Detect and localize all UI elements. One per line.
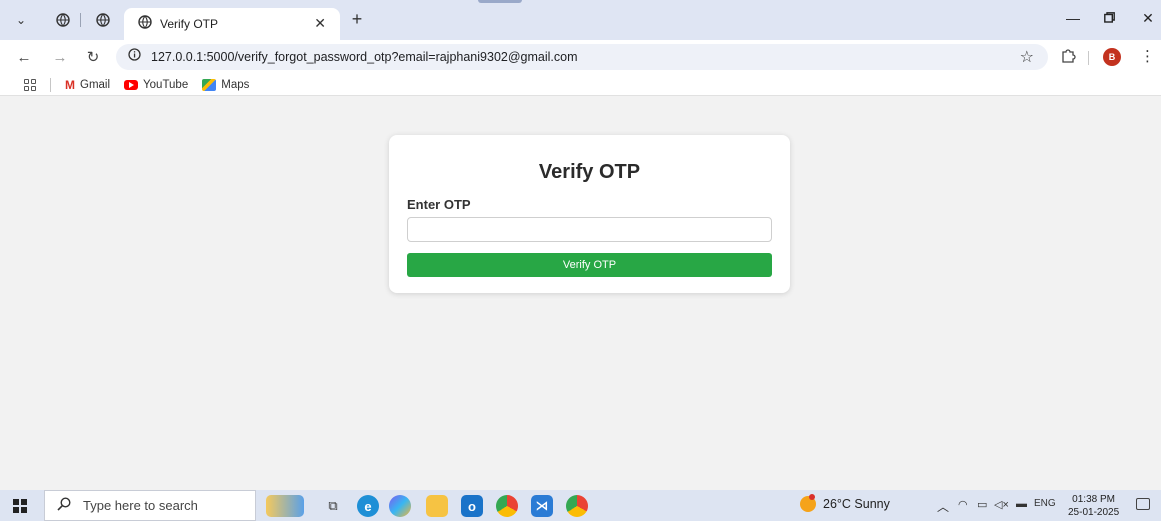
address-url[interactable]: 127.0.0.1:5000/verify_forgot_password_ot… xyxy=(151,50,578,64)
extensions-puzzle-icon[interactable] xyxy=(1061,48,1076,67)
bookmark-youtube[interactable]: YouTube xyxy=(124,79,188,91)
minimize-icon[interactable]: — xyxy=(1063,10,1083,26)
windows-taskbar: Type here to search ⧉ e o ⋊ 26°C Sunny ︿… xyxy=(0,490,1161,521)
tab-close-icon[interactable]: ✕ xyxy=(314,15,326,32)
pinned-tab-globe-icon-2[interactable] xyxy=(92,9,114,31)
browser-toolbar: ← → ↻ 127.0.0.1:5000/verify_forgot_passw… xyxy=(0,40,1161,74)
bookmarks-bar: M Gmail YouTube Maps xyxy=(0,74,1161,96)
windows-start-icon[interactable] xyxy=(13,499,27,513)
drag-indicator xyxy=(478,0,522,3)
search-icon xyxy=(57,497,71,514)
tab-separator xyxy=(80,13,81,27)
address-bar[interactable]: 127.0.0.1:5000/verify_forgot_password_ot… xyxy=(116,44,1048,70)
browser-tab-strip: ⌄ Verify OTP ✕ + — ✕ xyxy=(0,0,1161,40)
tab-favicon-globe-icon xyxy=(138,14,152,34)
youtube-icon xyxy=(124,79,139,90)
back-arrow-icon[interactable]: ← xyxy=(14,47,34,67)
task-view-icon[interactable]: ⧉ xyxy=(322,495,344,517)
toolbar-separator xyxy=(1088,51,1089,65)
volume-muted-icon[interactable]: ◁× xyxy=(994,498,1009,511)
verify-otp-button[interactable]: Verify OTP xyxy=(407,253,772,277)
taskbar-search-placeholder: Type here to search xyxy=(83,498,198,513)
site-info-icon[interactable] xyxy=(128,48,141,66)
tray-chevron-up-icon[interactable]: ︿ xyxy=(937,498,949,515)
bookmark-label: YouTube xyxy=(143,78,189,91)
verify-otp-card: Verify OTP Enter OTP Verify OTP xyxy=(389,135,790,293)
weather-text: 26°C Sunny xyxy=(823,497,890,511)
pinned-tab-globe-icon[interactable] xyxy=(52,9,74,31)
clock-date: 25-01-2025 xyxy=(1068,507,1120,518)
page-title: Verify OTP xyxy=(538,161,641,183)
vscode-icon[interactable]: ⋊ xyxy=(531,495,553,517)
clock-time: 01:38 PM xyxy=(1072,494,1115,505)
taskbar-clock[interactable]: 01:38 PM 25-01-2025 xyxy=(1068,493,1119,519)
taskbar-search-box[interactable]: Type here to search xyxy=(44,490,256,521)
close-window-icon[interactable]: ✕ xyxy=(1138,10,1158,27)
sunny-weather-icon xyxy=(800,494,816,512)
edge-browser-icon[interactable]: e xyxy=(357,495,379,517)
bookmark-star-icon[interactable]: ☆ xyxy=(1020,47,1034,67)
network-icon[interactable]: ◠ xyxy=(958,498,968,511)
weather-widget[interactable]: 26°C Sunny xyxy=(800,494,890,512)
outlook-icon[interactable]: o xyxy=(461,495,483,517)
bookmark-label: Gmail xyxy=(80,78,111,91)
browser-menu-icon[interactable]: ⋮ xyxy=(1140,47,1155,65)
chrome-icon[interactable] xyxy=(496,495,518,517)
chrome-profile-icon[interactable] xyxy=(566,495,588,517)
copilot-icon[interactable] xyxy=(389,495,411,517)
profile-avatar[interactable]: B xyxy=(1103,48,1121,66)
gmail-icon: M xyxy=(65,77,75,92)
tab-title: Verify OTP xyxy=(160,17,219,31)
tab-search-chevron-icon[interactable]: ⌄ xyxy=(10,9,32,31)
bookmarks-separator xyxy=(50,77,51,92)
taskbar-widget-icon[interactable] xyxy=(266,495,304,517)
language-indicator[interactable]: ENG xyxy=(1034,498,1056,509)
otp-input[interactable] xyxy=(407,217,772,242)
battery-saver-icon[interactable]: ▭ xyxy=(977,498,987,511)
bookmark-label: Maps xyxy=(221,78,250,91)
bookmark-maps[interactable]: Maps xyxy=(202,78,250,91)
apps-grid-icon[interactable] xyxy=(24,78,36,91)
notification-center-icon[interactable] xyxy=(1136,498,1150,510)
otp-label: Enter OTP xyxy=(407,197,471,212)
file-explorer-icon[interactable] xyxy=(426,495,448,517)
restore-icon[interactable] xyxy=(1099,10,1119,26)
new-tab-plus-icon[interactable]: + xyxy=(346,9,368,30)
reload-icon[interactable]: ↻ xyxy=(83,47,103,67)
maps-icon xyxy=(202,78,217,91)
battery-icon[interactable]: ▬ xyxy=(1016,498,1027,510)
page-viewport: Verify OTP Enter OTP Verify OTP xyxy=(0,97,1161,490)
forward-arrow-icon[interactable]: → xyxy=(50,47,70,67)
bookmark-gmail[interactable]: M Gmail xyxy=(65,78,110,92)
active-tab[interactable]: Verify OTP ✕ xyxy=(124,8,340,40)
